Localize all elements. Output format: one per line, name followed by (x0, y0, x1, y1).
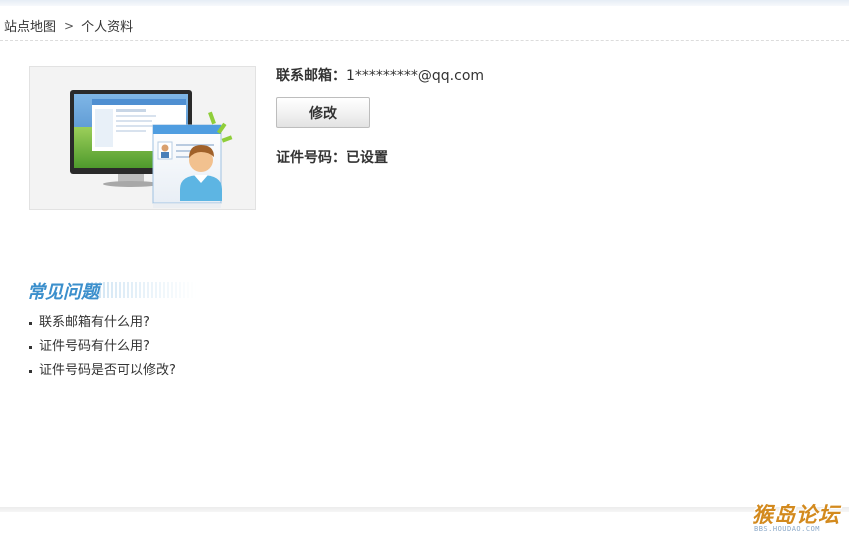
id-number-label: 证件号码： (276, 150, 346, 166)
faq-link-id-purpose[interactable]: 证件号码有什么用? (39, 338, 150, 356)
faq-item: 联系邮箱有什么用? (29, 311, 176, 335)
contact-email-label: 联系邮箱： (276, 68, 346, 84)
contact-email-row: 联系邮箱：1*********@qq.com (276, 65, 484, 85)
faq-item: 证件号码有什么用? (29, 335, 176, 359)
breadcrumb-current: 个人资料 (81, 20, 134, 35)
breadcrumb-home-link[interactable]: 站点地图 (4, 16, 56, 35)
breadcrumb-divider (0, 40, 849, 41)
profile-illustration (29, 66, 256, 210)
faq-heading-decoration (87, 282, 197, 298)
modify-email-button[interactable]: 修改 (276, 97, 370, 128)
faq-link-id-modify[interactable]: 证件号码是否可以修改? (39, 362, 176, 380)
faq-heading: 常见问题 (27, 278, 197, 303)
bullet-icon (29, 345, 32, 349)
id-number-row: 证件号码：已设置 (276, 147, 388, 167)
breadcrumb: 站点地图 > 个人资料 (4, 16, 134, 36)
bullet-icon (29, 321, 32, 325)
faq-list: 联系邮箱有什么用? 证件号码有什么用? 证件号码是否可以修改? (29, 311, 176, 383)
top-strip (0, 0, 849, 6)
watermark-url: BBS.HOUDAO.COM (754, 525, 821, 533)
faq-item: 证件号码是否可以修改? (29, 359, 176, 383)
faq-link-email-purpose[interactable]: 联系邮箱有什么用? (39, 314, 150, 332)
breadcrumb-separator: > (64, 18, 75, 33)
bottom-strip (0, 507, 849, 512)
faq-title: 常见问题 (27, 282, 99, 303)
site-watermark-logo: 猴岛论坛 BBS.HOUDAO.COM (752, 499, 844, 535)
contact-email-value: 1*********@qq.com (346, 68, 485, 84)
bullet-icon (29, 369, 32, 373)
id-number-status: 已设置 (346, 150, 388, 166)
